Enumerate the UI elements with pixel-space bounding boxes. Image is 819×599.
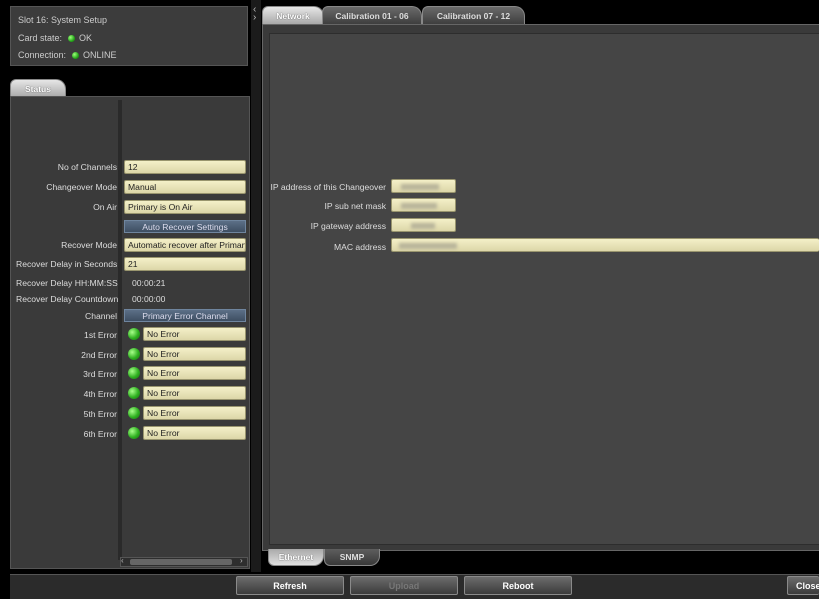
on-air-label: On Air bbox=[93, 202, 117, 212]
no-of-channels-label: No of Channels bbox=[57, 162, 117, 172]
auto-recover-settings-header: Auto Recover Settings bbox=[124, 220, 246, 233]
connection-led-icon bbox=[72, 52, 80, 59]
error-field-2[interactable]: No Error bbox=[143, 347, 246, 361]
error-field-1[interactable]: No Error bbox=[143, 327, 246, 341]
error-led-icon bbox=[128, 328, 140, 340]
error-led-icon bbox=[128, 387, 140, 399]
subnet-mask-field[interactable] bbox=[391, 198, 456, 212]
column-divider[interactable] bbox=[118, 100, 122, 560]
recover-delay-seconds-label: Recover Delay in Seconds bbox=[16, 259, 118, 269]
error-led-icon bbox=[128, 427, 140, 439]
mac-address-field[interactable] bbox=[391, 238, 819, 252]
redacted-value bbox=[401, 202, 437, 209]
reboot-button[interactable]: Reboot bbox=[464, 576, 572, 595]
error-field-6[interactable]: No Error bbox=[143, 426, 246, 440]
channel-label: Channel bbox=[84, 311, 117, 321]
error-led-icon bbox=[128, 367, 140, 379]
tab-status[interactable]: Status bbox=[10, 79, 66, 97]
no-of-channels-field[interactable]: 12 bbox=[124, 160, 246, 174]
error-led-icon bbox=[128, 407, 140, 419]
changeover-mode-field[interactable]: Manual bbox=[124, 180, 246, 194]
error-field-5[interactable]: No Error bbox=[143, 406, 246, 420]
redacted-value bbox=[401, 183, 439, 190]
recover-delay-countdown-label: Recover Delay Countdown bbox=[16, 294, 119, 304]
error-led-icon bbox=[128, 348, 140, 360]
tab-snmp[interactable]: SNMP bbox=[324, 549, 380, 566]
close-button[interactable]: Close bbox=[787, 576, 819, 595]
error-label-6: 6th Error bbox=[83, 429, 117, 439]
error-label-2: 2nd Error bbox=[81, 350, 117, 360]
tab-calibration-07-12[interactable]: Calibration 07 - 12 bbox=[422, 6, 525, 24]
mac-address-label: MAC address bbox=[333, 242, 386, 252]
on-air-field[interactable]: Primary is On Air bbox=[124, 200, 246, 214]
upload-button[interactable]: Upload bbox=[350, 576, 458, 595]
recover-mode-label: Recover Mode bbox=[61, 240, 117, 250]
connection-label: Connection: bbox=[18, 50, 67, 60]
card-state-led-icon bbox=[68, 35, 76, 42]
connection-value: ONLINE bbox=[83, 50, 117, 60]
network-content bbox=[269, 33, 819, 545]
error-label-4: 4th Error bbox=[83, 389, 117, 399]
tab-calibration-01-06[interactable]: Calibration 01 - 06 bbox=[322, 6, 422, 24]
redacted-value bbox=[399, 242, 457, 249]
recover-delay-hms-value: 00:00:21 bbox=[132, 278, 166, 288]
subnet-mask-label: IP sub net mask bbox=[324, 201, 386, 211]
panel-splitter[interactable] bbox=[251, 0, 261, 572]
tab-ethernet[interactable]: Ethernet bbox=[268, 549, 324, 566]
error-label-3: 3rd Error bbox=[83, 369, 117, 379]
card-state-label: Card state: bbox=[18, 33, 63, 43]
card-state-value: OK bbox=[79, 33, 93, 43]
error-field-4[interactable]: No Error bbox=[143, 386, 246, 400]
recover-delay-hms-label: Recover Delay HH:MM:SS bbox=[16, 278, 118, 288]
recover-delay-countdown-value: 00:00:00 bbox=[132, 294, 166, 304]
ip-address-label: IP address of this Changeover bbox=[270, 182, 386, 192]
scroll-left-icon[interactable]: ‹ bbox=[121, 556, 124, 565]
slot-title: Slot 16: System Setup bbox=[18, 15, 108, 25]
scroll-right-icon[interactable]: › bbox=[240, 556, 243, 565]
connection-row: Connection: ONLINE bbox=[18, 50, 117, 60]
changeover-mode-label: Changeover Mode bbox=[46, 182, 117, 192]
gateway-address-label: IP gateway address bbox=[310, 221, 386, 231]
refresh-button[interactable]: Refresh bbox=[236, 576, 344, 595]
tab-network[interactable]: Network bbox=[262, 6, 324, 24]
error-label-1: 1st Error bbox=[84, 330, 117, 340]
ip-address-field[interactable] bbox=[391, 179, 456, 193]
recover-delay-seconds-field[interactable]: 21 bbox=[124, 257, 246, 271]
scrollbar-thumb[interactable] bbox=[130, 559, 232, 565]
redacted-value bbox=[411, 222, 435, 229]
card-state-row: Card state: OK bbox=[18, 33, 92, 43]
gateway-address-field[interactable] bbox=[391, 218, 456, 232]
card-info-panel: Slot 16: System Setup Card state: OK Conn… bbox=[10, 6, 248, 66]
recover-mode-field[interactable]: Automatic recover after Primary f bbox=[124, 238, 246, 252]
primary-error-channel-header: Primary Error Channel bbox=[124, 309, 246, 322]
expand-right-icon[interactable]: › bbox=[253, 12, 256, 23]
error-label-5: 5th Error bbox=[83, 409, 117, 419]
error-field-3[interactable]: No Error bbox=[143, 366, 246, 380]
